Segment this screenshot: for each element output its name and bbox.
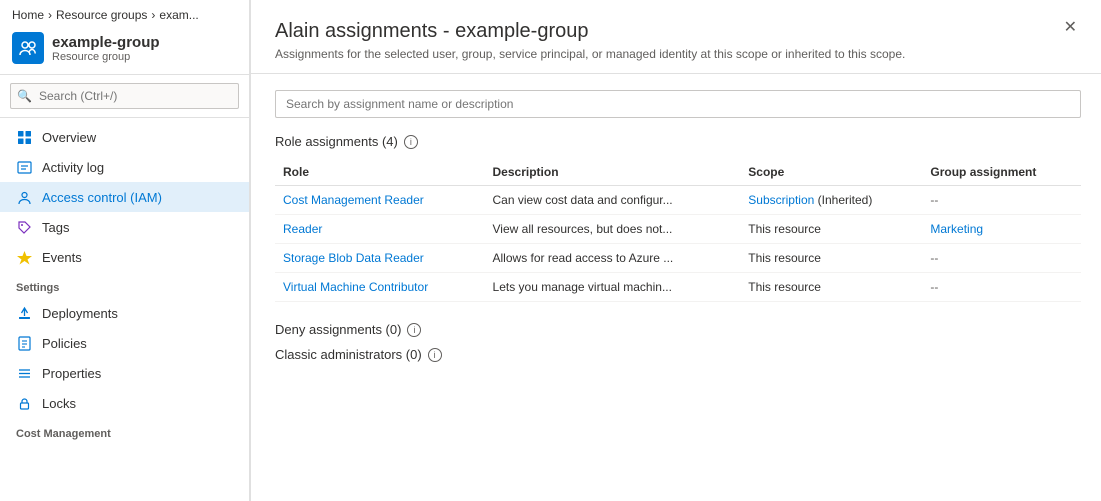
group-2: -- xyxy=(922,244,1081,273)
classic-admins-info-icon[interactable]: i xyxy=(428,348,442,362)
description-0: Can view cost data and configur... xyxy=(485,186,741,215)
sidebar: Home › Resource groups › exam... example… xyxy=(0,0,250,501)
breadcrumb-home[interactable]: Home xyxy=(12,8,44,22)
events-icon xyxy=(16,249,32,265)
sidebar-item-policies[interactable]: Policies xyxy=(0,328,249,358)
sidebar-item-activity-log[interactable]: Activity log xyxy=(0,152,249,182)
sidebar-item-overview[interactable]: Overview xyxy=(0,122,249,152)
table-row: Storage Blob Data Reader Allows for read… xyxy=(275,244,1081,273)
cost-management-section-header: Cost Management xyxy=(0,418,249,444)
description-3: Lets you manage virtual machin... xyxy=(485,273,741,302)
properties-label: Properties xyxy=(42,366,101,381)
resource-icon xyxy=(12,32,44,64)
table-row: Reader View all resources, but does not.… xyxy=(275,215,1081,244)
sidebar-search-container: 🔍 xyxy=(0,75,249,118)
settings-section-header: Settings xyxy=(0,272,249,298)
group-3: -- xyxy=(922,273,1081,302)
group-link-1[interactable]: Marketing xyxy=(930,222,983,236)
activity-log-icon xyxy=(16,159,32,175)
access-control-icon xyxy=(16,189,32,205)
scope-3: This resource xyxy=(740,273,922,302)
breadcrumb: Home › Resource groups › exam... xyxy=(0,0,249,26)
classic-admins-header: Classic administrators (0) i xyxy=(275,347,1081,362)
overview-label: Overview xyxy=(42,130,96,145)
overview-icon xyxy=(16,129,32,145)
overlay-header: Alain assignments - example-group Assign… xyxy=(251,0,1101,74)
tags-icon xyxy=(16,219,32,235)
col-role: Role xyxy=(275,159,485,186)
sidebar-item-deployments[interactable]: Deployments xyxy=(0,298,249,328)
scope-0: Subscription (Inherited) xyxy=(740,186,922,215)
sidebar-item-access-control[interactable]: Access control (IAM) xyxy=(0,182,249,212)
role-assignments-table: Role Description Scope Group assignment … xyxy=(275,159,1081,302)
sidebar-item-properties[interactable]: Properties xyxy=(0,358,249,388)
locks-label: Locks xyxy=(42,396,76,411)
role-assignments-header: Role assignments (4) i xyxy=(275,134,1081,149)
role-assignments-info-icon[interactable]: i xyxy=(404,135,418,149)
close-button[interactable]: ✕ xyxy=(1060,20,1081,36)
overlay-body: Role assignments (4) i Role Description … xyxy=(251,74,1101,388)
role-link-3[interactable]: Virtual Machine Contributor xyxy=(283,280,428,294)
policies-icon xyxy=(16,335,32,351)
search-input[interactable] xyxy=(10,83,239,109)
access-control-label: Access control (IAM) xyxy=(42,190,162,205)
sidebar-item-events[interactable]: Events xyxy=(0,242,249,272)
col-scope: Scope xyxy=(740,159,922,186)
role-link-0[interactable]: Cost Management Reader xyxy=(283,193,424,207)
group-0: -- xyxy=(922,186,1081,215)
overlay-title: Alain assignments - example-group xyxy=(275,20,905,43)
role-link-2[interactable]: Storage Blob Data Reader xyxy=(283,251,424,265)
table-row: Virtual Machine Contributor Lets you man… xyxy=(275,273,1081,302)
deny-assignments-info-icon[interactable]: i xyxy=(407,323,421,337)
breadcrumb-example[interactable]: exam... xyxy=(159,8,198,22)
properties-icon xyxy=(16,365,32,381)
col-description: Description xyxy=(485,159,741,186)
scope-2: This resource xyxy=(740,244,922,273)
resource-type: Resource group xyxy=(52,51,160,63)
table-row: Cost Management Reader Can view cost dat… xyxy=(275,186,1081,215)
scope-1: This resource xyxy=(740,215,922,244)
breadcrumb-resource-groups[interactable]: Resource groups xyxy=(56,8,147,22)
sidebar-item-locks[interactable]: Locks xyxy=(0,388,249,418)
policies-label: Policies xyxy=(42,336,87,351)
scope-suffix-0: (Inherited) xyxy=(818,193,873,207)
role-link-1[interactable]: Reader xyxy=(283,222,322,236)
main-panel: Alain assignments - example-group Assign… xyxy=(250,0,1101,501)
locks-icon xyxy=(16,395,32,411)
overlay-subtitle: Assignments for the selected user, group… xyxy=(275,47,905,61)
tags-label: Tags xyxy=(42,220,69,235)
assignment-search-input[interactable] xyxy=(275,90,1081,118)
description-2: Allows for read access to Azure ... xyxy=(485,244,741,273)
events-label: Events xyxy=(42,250,82,265)
search-icon: 🔍 xyxy=(17,89,32,103)
description-1: View all resources, but does not... xyxy=(485,215,741,244)
sidebar-nav: Overview Activity log Access control (IA… xyxy=(0,118,249,448)
deployments-label: Deployments xyxy=(42,306,118,321)
deployments-icon xyxy=(16,305,32,321)
resource-name: example-group xyxy=(52,34,160,51)
deny-assignments-header: Deny assignments (0) i xyxy=(275,322,1081,337)
col-group-assignment: Group assignment xyxy=(922,159,1081,186)
scope-link-0[interactable]: Subscription xyxy=(748,193,814,207)
sidebar-item-tags[interactable]: Tags xyxy=(0,212,249,242)
overlay-panel: Alain assignments - example-group Assign… xyxy=(250,0,1101,501)
resource-header: example-group Resource group xyxy=(0,26,249,75)
activity-log-label: Activity log xyxy=(42,160,104,175)
